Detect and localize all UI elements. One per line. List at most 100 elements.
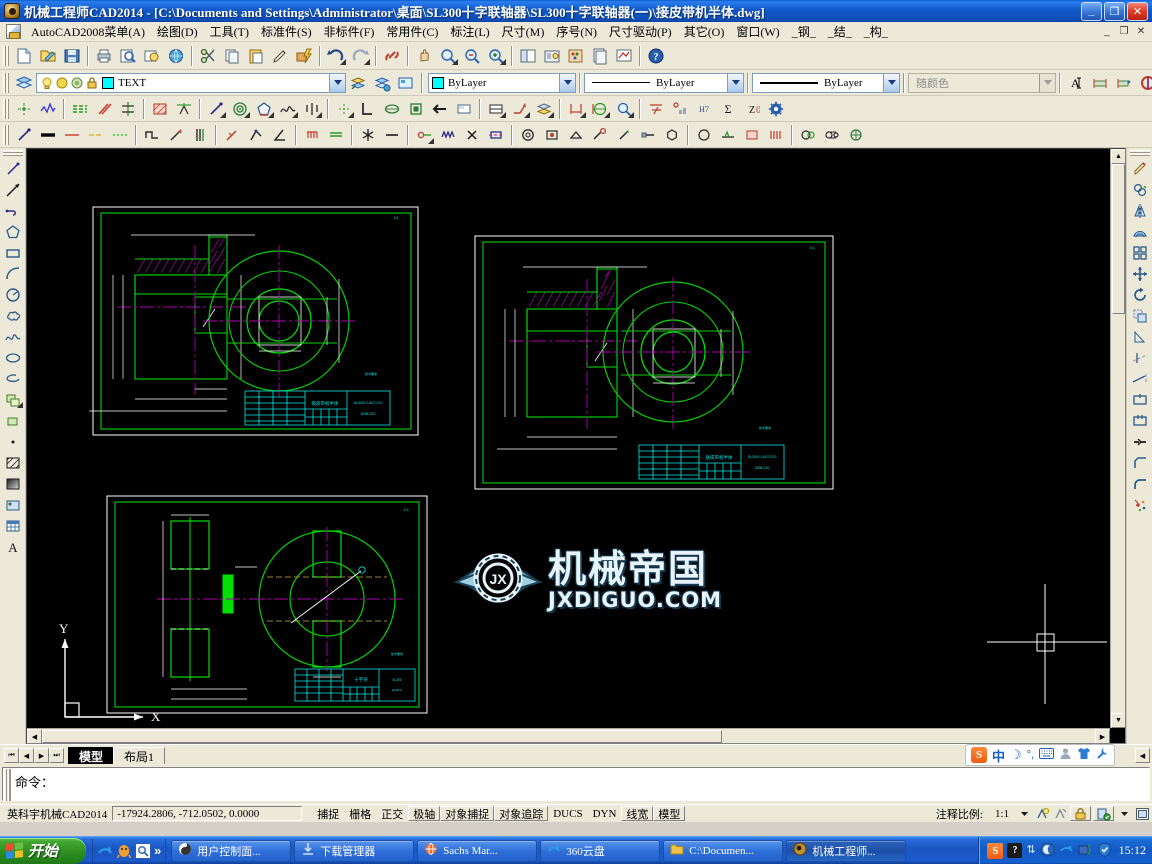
menu-item-serial-number[interactable]: 序号(N) xyxy=(550,21,603,42)
nut-icon[interactable] xyxy=(660,124,684,146)
chamfer-icon[interactable] xyxy=(1128,452,1152,473)
baseline-dim-icon[interactable] xyxy=(644,98,668,120)
symmetry-icon[interactable] xyxy=(116,98,140,120)
open-file-icon[interactable] xyxy=(36,45,60,67)
region-icon[interactable] xyxy=(1,494,25,515)
menu-item-steel[interactable]: _钢_ xyxy=(786,21,822,42)
stack-lines-icon[interactable] xyxy=(324,124,348,146)
mdi-minimize-button[interactable]: _ xyxy=(1099,25,1115,39)
hyperlink-icon[interactable] xyxy=(380,45,404,67)
surface-rough-icon[interactable] xyxy=(172,98,196,120)
circle-small-icon[interactable] xyxy=(692,124,716,146)
zoom-realtime-icon[interactable] xyxy=(484,45,508,67)
command-line-box[interactable]: 命令： xyxy=(2,767,1150,801)
layer-tools-icon[interactable] xyxy=(394,72,418,94)
search-icon[interactable] xyxy=(135,842,151,859)
ellipse-arc-icon[interactable] xyxy=(1,368,25,389)
match-properties-icon[interactable] xyxy=(268,45,292,67)
start-button[interactable]: 开始 xyxy=(0,837,86,864)
point-icon[interactable] xyxy=(332,98,356,120)
dim-circle-icon[interactable] xyxy=(588,98,612,120)
status-clean-icon[interactable] xyxy=(1093,806,1114,821)
vertical-scrollbar[interactable]: ▲ ▼ xyxy=(1110,149,1125,728)
dim-style-icon[interactable] xyxy=(1088,72,1112,94)
punctuation-icon[interactable]: °, xyxy=(1027,749,1034,761)
parallel-lines-icon[interactable] xyxy=(188,124,212,146)
shaft-icon[interactable] xyxy=(484,124,508,146)
save-file-icon[interactable] xyxy=(60,45,84,67)
block-editor-icon[interactable] xyxy=(292,45,316,67)
maximize-button[interactable]: ❐ xyxy=(1104,1,1125,21)
arrow-icon[interactable] xyxy=(164,124,188,146)
net-icon[interactable] xyxy=(1059,842,1074,860)
command-line-grip[interactable] xyxy=(4,769,11,801)
cross-icon[interactable] xyxy=(460,124,484,146)
coupling-icon[interactable] xyxy=(796,124,820,146)
tolerance-icon[interactable]: H7 xyxy=(692,98,716,120)
vertical-scroll-thumb[interactable] xyxy=(1111,164,1125,314)
polyline-icon[interactable] xyxy=(1,200,25,221)
balloon-icon[interactable] xyxy=(668,98,692,120)
moon-icon[interactable]: ☽ xyxy=(1010,747,1022,763)
menu-item-dimension-drive[interactable]: 尺寸驱动(P) xyxy=(603,21,678,42)
print-icon[interactable] xyxy=(92,45,116,67)
revision-cloud-icon[interactable] xyxy=(1,305,25,326)
corner-icon[interactable] xyxy=(356,98,380,120)
sogou-input-icon[interactable]: S xyxy=(987,842,1004,859)
polygon-icon[interactable] xyxy=(1,221,25,242)
rotate-icon[interactable] xyxy=(1128,284,1152,305)
table-icon[interactable] xyxy=(1,515,25,536)
menu-item-annotation[interactable]: 标注(L) xyxy=(444,21,495,42)
tab-first-button[interactable]: ⏮ xyxy=(4,748,19,763)
sum-icon[interactable]: Σ xyxy=(716,98,740,120)
menu-item-nonstandard-parts[interactable]: 非标件(F) xyxy=(318,21,381,42)
tool-palette-icon[interactable] xyxy=(564,45,588,67)
linetype-dash-icon[interactable] xyxy=(84,124,108,146)
paste-icon[interactable] xyxy=(244,45,268,67)
polygon-icon[interactable] xyxy=(252,98,276,120)
lineweight-bold-icon[interactable] xyxy=(36,124,60,146)
annotation-scale-dropdown-icon[interactable] xyxy=(1016,806,1032,821)
tab-model[interactable]: 模型 xyxy=(68,747,115,764)
menu-item-standard-parts[interactable]: 标准件(S) xyxy=(255,21,318,42)
stretch-icon[interactable] xyxy=(1128,326,1152,347)
scroll-left-button[interactable]: ◀ xyxy=(27,729,42,743)
tab-layout1[interactable]: 布局1 xyxy=(113,747,166,764)
sheet-set-icon[interactable] xyxy=(588,45,612,67)
bolt-icon[interactable] xyxy=(636,124,660,146)
toggle-otrack[interactable]: 对象追踪 xyxy=(494,806,549,821)
move-icon[interactable] xyxy=(1128,263,1152,284)
point-style-icon[interactable] xyxy=(12,98,36,120)
offset-icon[interactable] xyxy=(1128,221,1152,242)
angle-dim-icon[interactable] xyxy=(220,124,244,146)
menu-item-window[interactable]: 窗口(W) xyxy=(730,21,785,42)
lineweight-dropdown-arrow[interactable] xyxy=(883,73,899,92)
scroll-up-button[interactable]: ▲ xyxy=(1111,149,1125,164)
make-block-icon[interactable] xyxy=(1,410,25,431)
key-icon[interactable] xyxy=(588,124,612,146)
text-style-icon[interactable]: A xyxy=(1064,72,1088,94)
line-icon[interactable] xyxy=(1,158,25,179)
rectangle-icon[interactable] xyxy=(1,242,25,263)
sprocket-icon[interactable] xyxy=(844,124,868,146)
menu-item-common-parts[interactable]: 常用件(C) xyxy=(380,21,444,42)
construction-line-icon[interactable] xyxy=(1,179,25,200)
expand-icon[interactable] xyxy=(1116,806,1132,821)
symbol-toolbar-grip[interactable] xyxy=(3,124,9,145)
status-coordinates[interactable]: -17924.2806, -712.0502, 0.0000 xyxy=(112,806,303,821)
taper-icon[interactable] xyxy=(564,124,588,146)
layer-toolbar-grip[interactable] xyxy=(3,72,9,93)
chain-icon[interactable] xyxy=(412,124,436,146)
mdi-restore-button[interactable]: ❐ xyxy=(1116,25,1132,39)
mirror-icon[interactable] xyxy=(1128,200,1152,221)
menu-item-dimension[interactable]: 尺寸(M) xyxy=(496,21,551,42)
close-button[interactable]: ✕ xyxy=(1127,1,1148,21)
designcenter-icon[interactable] xyxy=(540,45,564,67)
tab-scroll-button[interactable]: ◀ xyxy=(1135,748,1150,763)
dim-rotate-icon[interactable] xyxy=(1136,72,1152,94)
annotation-scale-value[interactable]: 1:1 xyxy=(989,806,1014,821)
layer-dropdown-arrow[interactable] xyxy=(329,73,345,92)
scale-icon[interactable] xyxy=(1128,305,1152,326)
dim-update-icon[interactable] xyxy=(1112,72,1136,94)
drawing-canvas[interactable]: 接皮带机半体 SL300YJ-A07-070 2008-010 技术要求 3:1 xyxy=(27,149,1125,743)
